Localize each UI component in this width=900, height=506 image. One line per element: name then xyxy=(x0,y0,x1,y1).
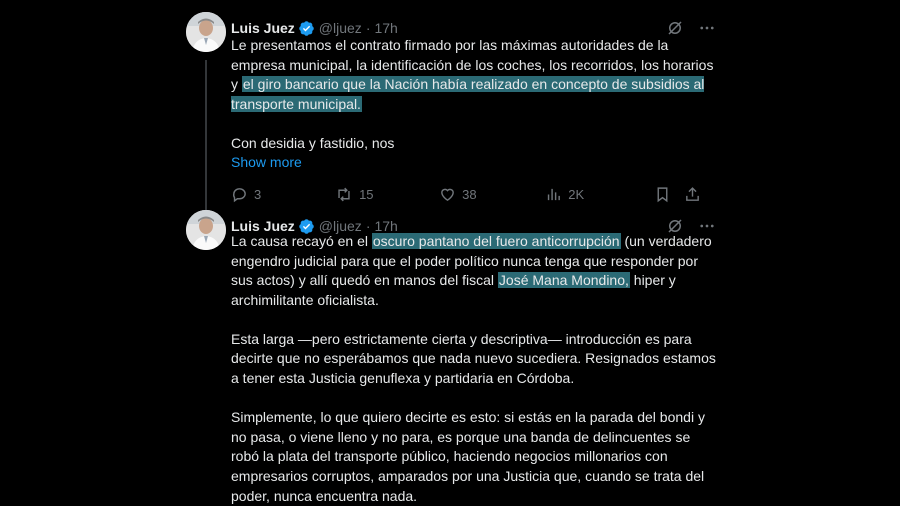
views-button[interactable]: 2K xyxy=(545,186,654,203)
bookmark-button[interactable] xyxy=(654,186,684,203)
verified-badge-icon xyxy=(298,20,315,37)
like-button[interactable]: 38 xyxy=(439,186,545,203)
highlighted-text: oscuro pantano del fuero anticorrupción xyxy=(371,233,621,249)
highlighted-text: José Mana Mondino, xyxy=(497,272,630,289)
author-handle[interactable]: @ljuez xyxy=(319,20,362,36)
bookmark-icon xyxy=(657,186,668,202)
tweet-text: La causa recayó en el oscuro pantano del… xyxy=(231,232,716,506)
share-button[interactable] xyxy=(684,186,701,203)
reply-button[interactable]: 3 xyxy=(231,186,335,203)
show-more-link[interactable]: Show more xyxy=(231,153,716,173)
tweet-paragraph: Esta larga —pero estrictamente cierta y … xyxy=(231,330,716,387)
tweet-paragraph: Le presentamos el contrato firmado por l… xyxy=(231,36,716,114)
text-segment: La causa recayó en el xyxy=(231,233,372,249)
share-icon xyxy=(686,186,699,201)
avatar-image xyxy=(186,210,226,250)
tweet-paragraph: Con desidia y fastidio, nos xyxy=(231,134,395,151)
reply-icon xyxy=(232,187,246,202)
avatar-image xyxy=(186,12,226,52)
tweet-time[interactable]: 17h xyxy=(374,20,397,36)
avatar[interactable] xyxy=(186,12,226,52)
separator-dot: · xyxy=(365,20,371,36)
avatar[interactable] xyxy=(186,210,226,250)
tweet-header: Luis Juez @ljuez · 17h xyxy=(231,18,716,38)
more-horizontal-icon[interactable] xyxy=(698,19,716,37)
like-icon xyxy=(441,188,455,201)
views-icon xyxy=(548,188,561,200)
like-count: 38 xyxy=(462,186,477,202)
author-name[interactable]: Luis Juez xyxy=(231,20,295,36)
tweet-2[interactable]: Luis Juez @ljuez · 17h La causa recayó e… xyxy=(186,210,716,506)
tweet-actions: 3 15 38 2K xyxy=(231,183,701,205)
repost-count: 15 xyxy=(359,186,374,202)
repost-icon xyxy=(338,187,350,201)
highlighted-text: el giro bancario que la Nación había rea… xyxy=(231,76,705,112)
tweet-thread: Luis Juez @ljuez · 17h Le presentamos el… xyxy=(0,0,900,506)
tweet-1[interactable]: Luis Juez @ljuez · 17h Le presentamos el… xyxy=(186,12,716,212)
tweet-text: Le presentamos el contrato firmado por l… xyxy=(231,36,716,173)
views-count: 2K xyxy=(568,186,585,202)
tweet-paragraph: La causa recayó en el oscuro pantano del… xyxy=(231,232,716,310)
reply-count: 3 xyxy=(254,186,262,202)
grok-icon[interactable] xyxy=(666,19,684,37)
tweet-paragraph: Simplemente, lo que quiero decirte es es… xyxy=(231,409,705,504)
repost-button[interactable]: 15 xyxy=(335,186,439,203)
